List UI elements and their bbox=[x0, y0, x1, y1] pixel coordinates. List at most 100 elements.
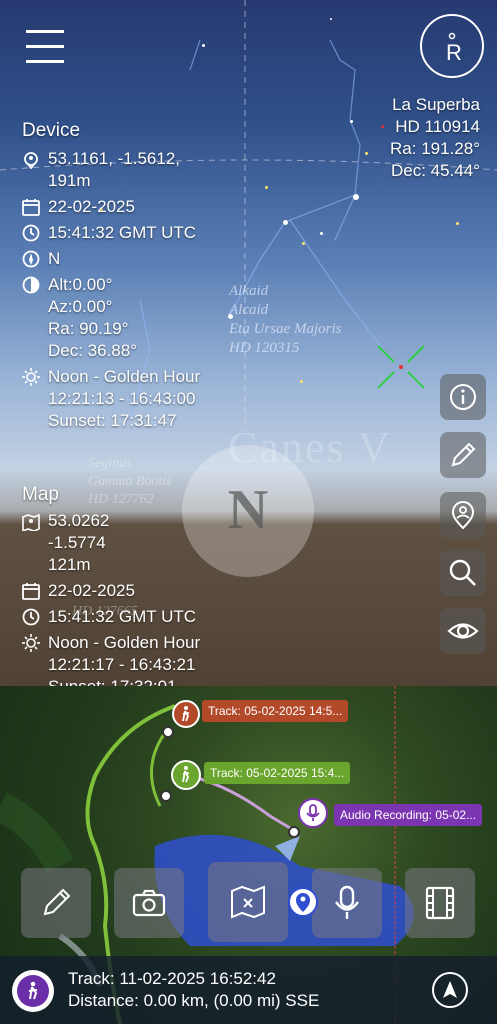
track-label-1[interactable]: Track: 05-02-2025 14:5... bbox=[202, 700, 349, 722]
map-altitude: 121m bbox=[48, 555, 91, 574]
star[interactable] bbox=[265, 186, 268, 189]
microphone-icon bbox=[335, 885, 359, 919]
walking-icon bbox=[28, 981, 38, 1000]
navigation-button[interactable] bbox=[432, 972, 468, 1008]
track-distance: Distance: 0.00 km, (0.00 mi) SSE bbox=[68, 991, 320, 1010]
star[interactable] bbox=[202, 44, 205, 47]
device-date: 22-02-2025 bbox=[48, 197, 135, 216]
svg-text:R: R bbox=[446, 40, 462, 65]
track-avatar[interactable] bbox=[12, 970, 54, 1012]
visibility-button[interactable] bbox=[440, 608, 486, 654]
eye-icon bbox=[447, 623, 479, 639]
device-title: Device bbox=[22, 120, 81, 141]
navigation-arrow-icon bbox=[443, 981, 457, 998]
star[interactable] bbox=[353, 194, 359, 200]
star[interactable] bbox=[300, 380, 303, 383]
location-marker[interactable] bbox=[288, 887, 318, 917]
track-marker[interactable] bbox=[171, 760, 201, 790]
map-pin-icon bbox=[22, 513, 40, 531]
rotation-icon: R bbox=[446, 32, 462, 65]
track-avatar-inner bbox=[17, 975, 49, 1007]
star-hd: HD 110914 bbox=[395, 117, 480, 136]
pencil-icon bbox=[451, 442, 476, 467]
star[interactable] bbox=[320, 232, 323, 235]
map-title: Map bbox=[22, 484, 59, 505]
waypoint-dot[interactable] bbox=[160, 790, 172, 802]
device-info-panel: Device 53.1161, -1.5612, 191m 22-02-2025 … bbox=[22, 120, 252, 432]
pencil-icon bbox=[43, 888, 71, 916]
map-icon bbox=[231, 885, 265, 919]
star[interactable] bbox=[283, 220, 288, 225]
person-pin-icon bbox=[296, 893, 310, 912]
map-date: 22-02-2025 bbox=[48, 581, 135, 600]
device-location: 53.1161, -1.5612, 191m bbox=[22, 148, 252, 192]
device-sun-range: 12:21:13 - 16:43:00 bbox=[48, 389, 196, 408]
device-sun-row: Noon - Golden Hour 12:21:13 - 16:43:00 S… bbox=[22, 366, 252, 432]
device-dec: Dec: 36.88° bbox=[48, 341, 138, 360]
sun-icon bbox=[22, 634, 40, 652]
search-button[interactable] bbox=[440, 550, 486, 596]
device-altitude: 191m bbox=[48, 171, 91, 190]
menu-button[interactable] bbox=[26, 28, 64, 64]
map-sun-range: 12:21:17 - 16:43:21 bbox=[48, 655, 196, 674]
star[interactable] bbox=[456, 222, 459, 225]
track-marker[interactable] bbox=[172, 700, 200, 728]
draw-button[interactable] bbox=[21, 868, 91, 938]
device-ra: Ra: 90.19° bbox=[48, 319, 129, 338]
star-dec: Dec: 45.44° bbox=[390, 161, 480, 180]
star[interactable] bbox=[330, 18, 332, 20]
track-label-2[interactable]: Track: 05-02-2025 15:4... bbox=[204, 762, 351, 784]
map-lat: 53.0262 bbox=[48, 511, 110, 530]
device-time-row: 15:41:32 GMT UTC bbox=[22, 222, 252, 244]
clock-icon bbox=[22, 224, 40, 242]
clock-icon bbox=[22, 608, 40, 626]
orientation-icon bbox=[22, 276, 40, 294]
waypoint-dot[interactable] bbox=[162, 726, 174, 738]
device-heading-row: N bbox=[22, 248, 252, 270]
track-name: Track: 11-02-2025 16:52:42 bbox=[68, 969, 276, 988]
camera-button[interactable] bbox=[114, 868, 184, 938]
map-layers-button[interactable] bbox=[208, 862, 288, 942]
calendar-icon bbox=[22, 199, 40, 216]
map-sun-phase: Noon - Golden Hour bbox=[48, 633, 201, 652]
sun-icon bbox=[22, 368, 40, 386]
walking-icon bbox=[182, 706, 190, 722]
person-pin-icon bbox=[451, 501, 475, 530]
audio-marker[interactable] bbox=[298, 798, 328, 828]
device-sunset: Sunset: 17:31:47 bbox=[48, 411, 177, 430]
device-orientation-row: Alt:0.00° Az:0.00° Ra: 90.19° Dec: 36.88… bbox=[22, 274, 252, 362]
map-location: 53.0262 -1.5774 121m bbox=[22, 510, 252, 576]
info-button[interactable] bbox=[440, 374, 486, 420]
film-icon bbox=[425, 886, 455, 920]
calendar-icon bbox=[22, 583, 40, 600]
track-status-text: Track: 11-02-2025 16:52:42 Distance: 0.0… bbox=[68, 968, 319, 1012]
search-icon bbox=[449, 559, 476, 586]
star-la-superba[interactable] bbox=[381, 125, 384, 128]
device-coords: 53.1161, -1.5612, bbox=[48, 149, 181, 168]
video-button[interactable] bbox=[405, 868, 475, 938]
location-button[interactable] bbox=[440, 492, 486, 538]
map-info-panel: Map 53.0262 -1.5774 121m 22-02-2025 15:4… bbox=[22, 484, 252, 698]
star[interactable] bbox=[350, 120, 353, 123]
selected-star-info: La Superba HD 110914 Ra: 191.28° Dec: 45… bbox=[390, 94, 480, 182]
map-time-row: 15:41:32 GMT UTC bbox=[22, 606, 252, 628]
microphone-icon bbox=[306, 804, 320, 821]
device-heading: N bbox=[48, 249, 61, 268]
edit-button[interactable] bbox=[440, 432, 486, 478]
track-status-bar: Track: 11-02-2025 16:52:42 Distance: 0.0… bbox=[0, 956, 497, 1024]
star-ra: Ra: 191.28° bbox=[390, 139, 480, 158]
map-time: 15:41:32 GMT UTC bbox=[48, 607, 197, 626]
star[interactable] bbox=[365, 152, 368, 155]
compass-reset-button[interactable]: R bbox=[420, 14, 484, 78]
info-icon bbox=[450, 384, 476, 410]
device-sun-phase: Noon - Golden Hour bbox=[48, 367, 201, 386]
camera-icon bbox=[132, 889, 166, 917]
walking-icon bbox=[182, 766, 190, 783]
audio-label[interactable]: Audio Recording: 05-02... bbox=[334, 804, 483, 826]
target-crosshair-icon bbox=[377, 345, 425, 389]
star[interactable] bbox=[302, 242, 305, 245]
waypoint-dot[interactable] bbox=[288, 826, 300, 838]
hamburger-icon bbox=[26, 30, 64, 63]
record-audio-button[interactable] bbox=[312, 868, 382, 938]
location-pin-icon bbox=[24, 152, 38, 169]
